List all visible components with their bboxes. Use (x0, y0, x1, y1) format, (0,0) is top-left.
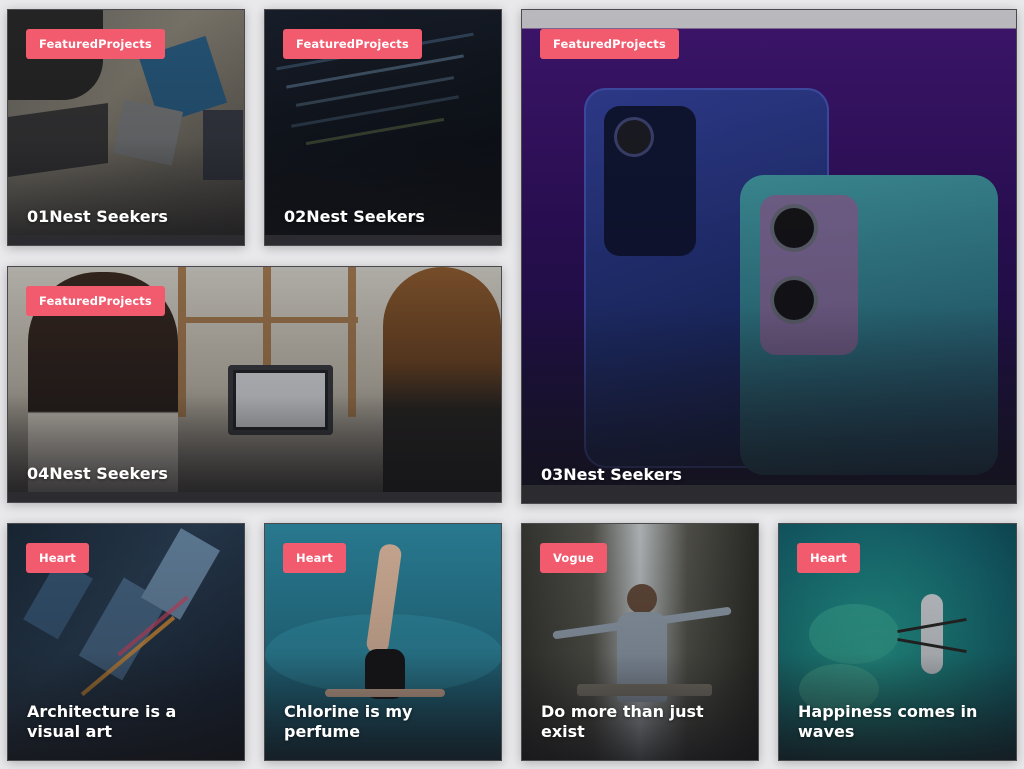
category-badge[interactable]: FeaturedProjects (26, 29, 165, 59)
category-badge[interactable]: FeaturedProjects (283, 29, 422, 59)
card-title[interactable]: 01Nest Seekers (27, 207, 230, 227)
post-card-vogue[interactable]: Vogue Do more than just exist (521, 523, 759, 761)
category-badge[interactable]: FeaturedProjects (540, 29, 679, 59)
category-badge[interactable]: FeaturedProjects (26, 286, 165, 316)
card-title[interactable]: Do more than just exist (541, 702, 744, 742)
post-card-happiness[interactable]: Heart Happiness comes in waves (778, 523, 1017, 761)
category-badge[interactable]: Heart (283, 543, 346, 573)
category-badge[interactable]: Heart (26, 543, 89, 573)
project-card-01[interactable]: FeaturedProjects 01Nest Seekers (7, 9, 245, 246)
card-title[interactable]: 02Nest Seekers (284, 207, 487, 227)
portfolio-grid: FeaturedProjects 01Nest Seekers Featured… (0, 0, 1024, 769)
project-card-02[interactable]: FeaturedProjects 02Nest Seekers (264, 9, 502, 246)
post-card-chlorine[interactable]: Heart Chlorine is my perfume (264, 523, 502, 761)
card-title[interactable]: 04Nest Seekers (27, 464, 487, 484)
category-badge[interactable]: Heart (797, 543, 860, 573)
card-title[interactable]: Architecture is a visual art (27, 702, 230, 742)
post-card-architecture[interactable]: Heart Architecture is a visual art (7, 523, 245, 761)
project-card-03[interactable]: FeaturedProjects 03Nest Seekers (521, 9, 1017, 504)
card-title[interactable]: Happiness comes in waves (798, 702, 1002, 742)
card-title[interactable]: Chlorine is my perfume (284, 702, 487, 742)
category-badge[interactable]: Vogue (540, 543, 607, 573)
card-title[interactable]: 03Nest Seekers (541, 465, 1002, 485)
project-card-04[interactable]: FeaturedProjects 04Nest Seekers (7, 266, 502, 503)
